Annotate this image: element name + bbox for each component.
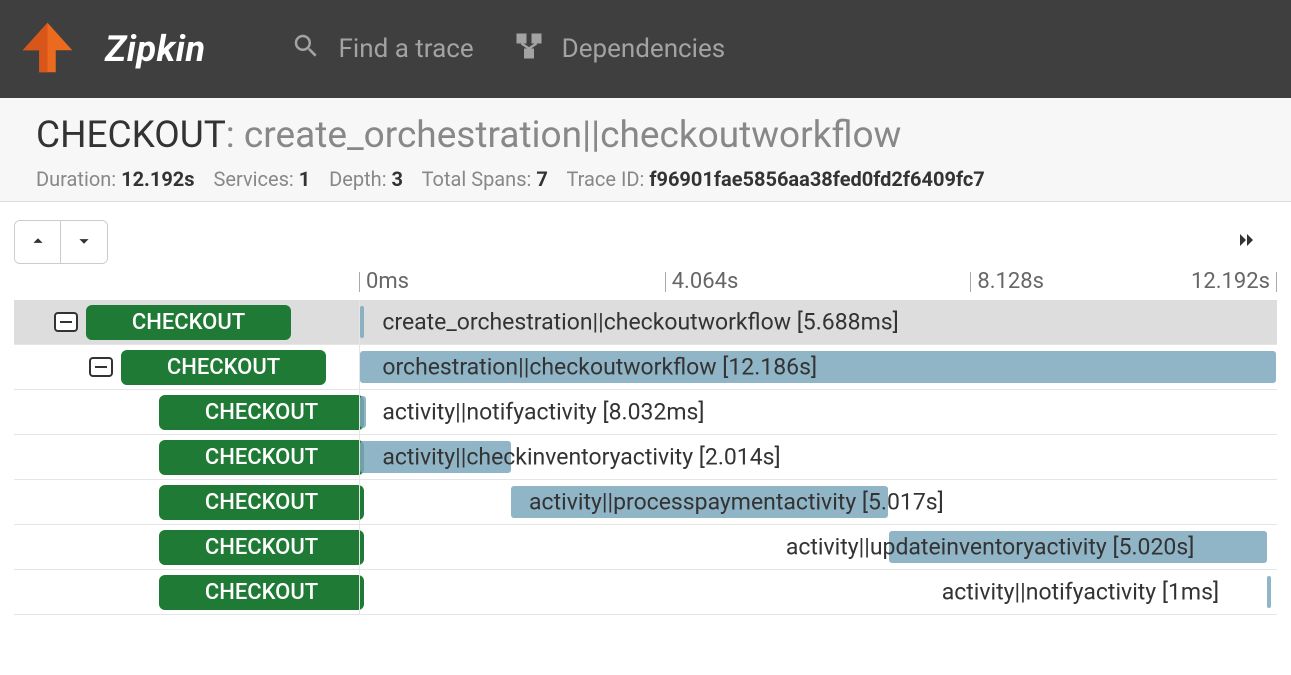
meta-total-spans: 7 bbox=[536, 167, 547, 191]
collapse-button[interactable] bbox=[15, 221, 61, 263]
nav-dependencies[interactable]: Dependencies bbox=[514, 31, 726, 68]
span-label: activity||notifyactivity [1ms] bbox=[938, 579, 1223, 606]
nav-dependencies-label: Dependencies bbox=[562, 34, 726, 64]
span-row[interactable]: CHECKOUT activity||checkinventoryactivity… bbox=[14, 435, 1277, 480]
time-ruler: 0ms 4.064s 8.128s 12.192s bbox=[14, 272, 1277, 300]
span-row[interactable]: CHECKOUT activity||notifyactivity [1ms] bbox=[14, 570, 1277, 615]
ruler-tick: 4.064s bbox=[665, 272, 739, 292]
span-bar[interactable] bbox=[360, 306, 364, 338]
zipkin-logo-icon bbox=[20, 20, 75, 79]
app-header: Zipkin Find a trace Dependencies bbox=[0, 0, 1291, 98]
ruler-tick: 8.128s bbox=[970, 272, 1044, 292]
trace-title: CHECKOUT: create_orchestration||checkout… bbox=[36, 114, 1255, 157]
collapse-toggle[interactable] bbox=[89, 357, 113, 377]
span-label: activity||processpaymentactivity [5.017s… bbox=[525, 489, 948, 516]
expand-button[interactable] bbox=[61, 221, 107, 263]
service-pill: CHECKOUT bbox=[86, 305, 291, 340]
span-label: orchestration||checkoutworkflow [12.186s… bbox=[378, 354, 821, 381]
meta-depth: 3 bbox=[392, 167, 403, 191]
service-pill: CHECKOUT bbox=[121, 350, 326, 385]
ruler-tick: 12.192s bbox=[1191, 272, 1277, 292]
nav-find-trace[interactable]: Find a trace bbox=[291, 31, 474, 68]
trace-timeline: 0ms 4.064s 8.128s 12.192s CHECKOUT create… bbox=[0, 272, 1291, 635]
meta-duration: 12.192s bbox=[121, 167, 194, 191]
service-pill: CHECKOUT bbox=[159, 575, 364, 610]
span-bar[interactable] bbox=[1267, 576, 1271, 608]
trace-meta: Duration: 12.192s Services: 1 Depth: 3 T… bbox=[36, 167, 1255, 191]
brand-name: Zipkin bbox=[105, 28, 206, 70]
span-row[interactable]: CHECKOUT orchestration||checkoutworkflow … bbox=[14, 345, 1277, 390]
span-row[interactable]: CHECKOUT create_orchestration||checkoutwo… bbox=[14, 300, 1277, 345]
service-pill: CHECKOUT bbox=[159, 530, 364, 565]
span-row[interactable]: CHECKOUT activity||updateinventoryactivit… bbox=[14, 525, 1277, 570]
span-label: activity||checkinventoryactivity [2.014s… bbox=[378, 444, 784, 471]
search-icon bbox=[291, 31, 321, 68]
ruler-tick: 0ms bbox=[359, 272, 409, 292]
collapse-toggle[interactable] bbox=[54, 312, 78, 332]
chevron-up-icon bbox=[27, 230, 49, 255]
chevron-down-icon bbox=[73, 230, 95, 255]
meta-trace-id: f96901fae5856aa38fed0fd2f6409fc7 bbox=[649, 167, 984, 191]
service-pill: CHECKOUT bbox=[159, 440, 364, 475]
span-label: activity||updateinventoryactivity [5.020… bbox=[782, 534, 1199, 561]
span-label: activity||notifyactivity [8.032ms] bbox=[378, 399, 708, 426]
trace-service-name: CHECKOUT bbox=[36, 114, 226, 157]
expand-collapse-group bbox=[14, 220, 108, 264]
service-pill: CHECKOUT bbox=[159, 395, 364, 430]
span-label: create_orchestration||checkoutworkflow [… bbox=[378, 309, 902, 336]
span-bar[interactable] bbox=[360, 396, 366, 428]
double-chevron-right-icon bbox=[1231, 237, 1263, 256]
meta-services: 1 bbox=[299, 167, 310, 191]
more-button[interactable] bbox=[1231, 228, 1263, 256]
span-row[interactable]: CHECKOUT activity||processpaymentactivity… bbox=[14, 480, 1277, 525]
dependencies-icon bbox=[514, 31, 544, 68]
trace-title-bar: CHECKOUT: create_orchestration||checkout… bbox=[0, 98, 1291, 202]
trace-operation-name: create_orchestration||checkoutworkflow bbox=[244, 114, 901, 157]
nav-find-trace-label: Find a trace bbox=[339, 34, 474, 64]
service-pill: CHECKOUT bbox=[159, 485, 364, 520]
span-row[interactable]: CHECKOUT activity||notifyactivity [8.032m… bbox=[14, 390, 1277, 435]
